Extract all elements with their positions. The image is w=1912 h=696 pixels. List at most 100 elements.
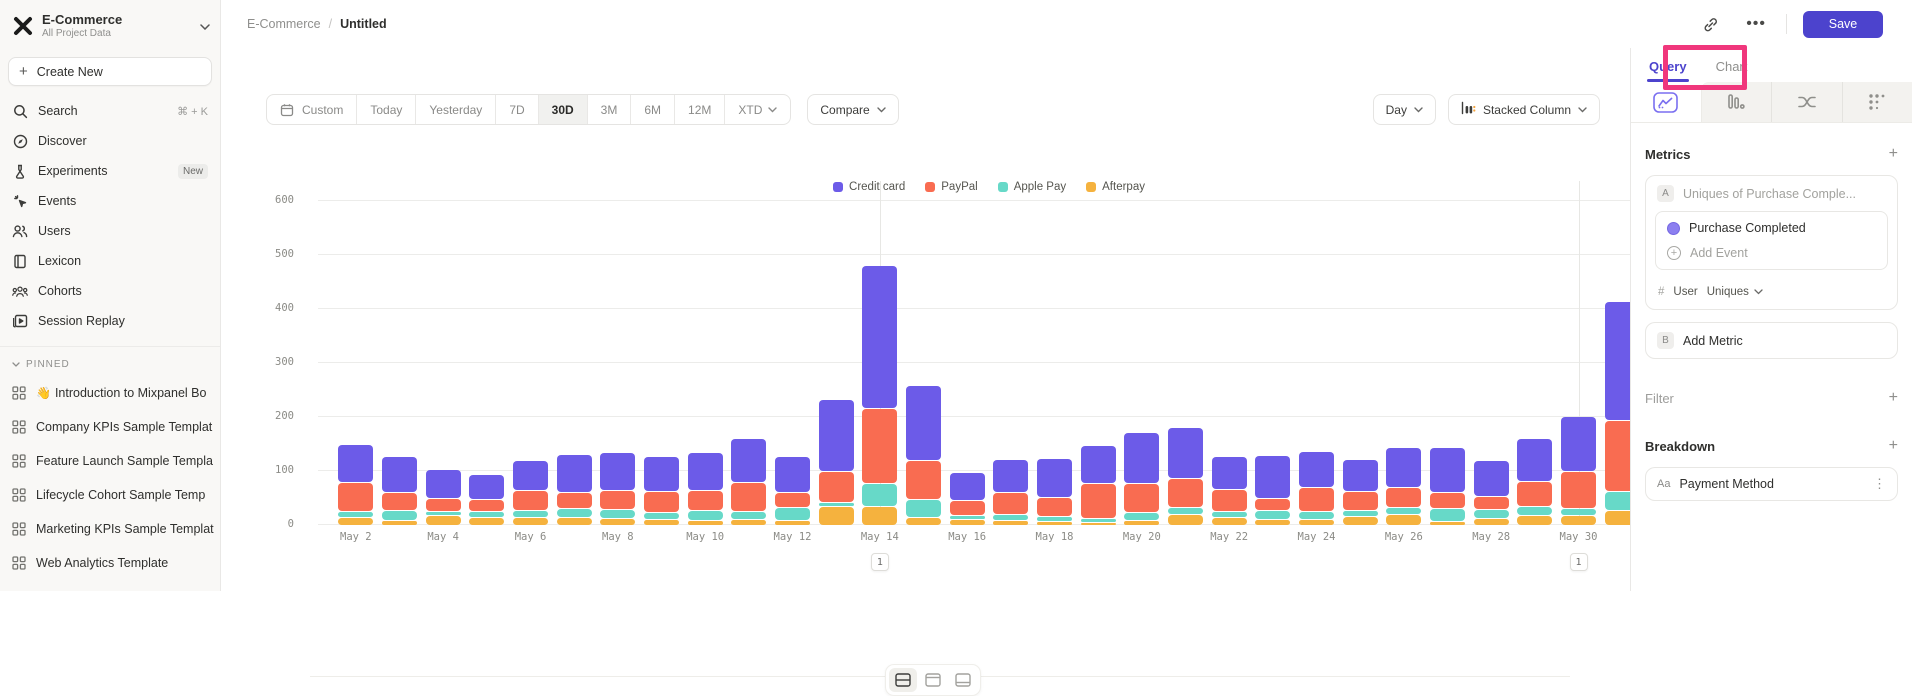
copy-link-icon[interactable]	[1696, 10, 1724, 38]
annotation-badge[interactable]: 1	[1570, 553, 1588, 571]
sidebar-item-search[interactable]: Search⌘ + K	[0, 96, 220, 126]
range-button-7d[interactable]: 7D	[496, 95, 538, 124]
bar-may-4[interactable]	[426, 470, 461, 525]
sidebar-item-events[interactable]: Events	[0, 186, 220, 216]
bar-segment-credit-card	[1037, 459, 1072, 497]
bar-may-26[interactable]	[1386, 448, 1421, 525]
layout-split-rows-button[interactable]	[889, 668, 917, 692]
granularity-dropdown[interactable]: Day	[1373, 94, 1436, 125]
bar-segment-afterpay	[993, 521, 1028, 525]
bar-may-15[interactable]	[906, 386, 941, 525]
bar-may-24[interactable]	[1299, 452, 1334, 525]
x-axis-tick: May 26	[1374, 531, 1434, 543]
board-emoji: 👋	[36, 386, 51, 400]
workspace-subtitle: All Project Data	[42, 28, 200, 39]
sidebar-item-cohorts[interactable]: Cohorts	[0, 276, 220, 306]
pinned-board-label: Introduction to Mixpanel Bo	[55, 386, 214, 400]
legend-item-paypal[interactable]: PayPal	[925, 181, 977, 193]
sidebar-item-discover[interactable]: Discover	[0, 126, 220, 156]
event-row[interactable]: Purchase Completed	[1656, 212, 1887, 244]
bar-segment-credit-card	[862, 266, 897, 408]
bar-may-30[interactable]	[1561, 417, 1596, 525]
bar-may-29[interactable]	[1517, 439, 1552, 525]
sidebar-item-experiments[interactable]: ExperimentsNew	[0, 156, 220, 186]
add-event-row[interactable]: + Add Event	[1656, 244, 1887, 269]
bar-may-13[interactable]	[819, 400, 854, 525]
tab-query[interactable]: Query	[1649, 59, 1687, 82]
tab-chart[interactable]: Chart	[1716, 59, 1748, 82]
kebab-menu-icon[interactable]: ⋮	[1873, 482, 1886, 486]
pinned-board-lifecycle-cohort-sample-temp[interactable]: Lifecycle Cohort Sample Temp	[0, 478, 220, 512]
legend-item-credit-card[interactable]: Credit card	[833, 181, 905, 193]
bar-may-12[interactable]	[775, 457, 810, 525]
bar-segment-apple-pay	[1299, 512, 1334, 519]
pinned-header[interactable]: PINNED	[0, 357, 220, 376]
funnels-report-icon[interactable]	[1701, 82, 1772, 122]
breakdown-row[interactable]: Aa Payment Method ⋮	[1646, 468, 1897, 500]
bar-may-9[interactable]	[644, 457, 679, 525]
layout-chart-only-button[interactable]	[919, 668, 947, 692]
bar-may-28[interactable]	[1474, 461, 1509, 525]
compare-button[interactable]: Compare	[807, 94, 898, 125]
sidebar-item-label: Lexicon	[38, 254, 208, 268]
bar-may-8[interactable]	[600, 453, 635, 525]
add-metric-plus-icon[interactable]: +	[1889, 145, 1898, 163]
bar-may-6[interactable]	[513, 461, 548, 525]
breadcrumb-project[interactable]: E-Commerce	[247, 17, 321, 31]
range-button-3m[interactable]: 3M	[588, 95, 632, 124]
legend-item-afterpay[interactable]: Afterpay	[1086, 181, 1145, 193]
chart-type-dropdown[interactable]: Stacked Column	[1448, 94, 1600, 125]
workspace-switcher[interactable]: E-Commerce All Project Data	[0, 0, 220, 49]
add-filter-plus-icon[interactable]: +	[1889, 389, 1898, 407]
bar-may-25[interactable]	[1343, 460, 1378, 525]
pinned-board-company-kpis-sample-templat[interactable]: Company KPIs Sample Templat	[0, 410, 220, 444]
bar-may-19[interactable]	[1081, 446, 1116, 525]
bar-may-17[interactable]	[993, 460, 1028, 525]
add-breakdown-plus-icon[interactable]: +	[1889, 437, 1898, 455]
bar-may-11[interactable]	[731, 439, 766, 525]
bar-segment-credit-card	[819, 400, 854, 471]
range-button-12m[interactable]: 12M	[675, 95, 725, 124]
sidebar-item-lexicon[interactable]: Lexicon	[0, 246, 220, 276]
add-metric-row[interactable]: B Add Metric	[1646, 323, 1897, 358]
bar-may-3[interactable]	[382, 457, 417, 525]
pinned-board-feature-launch-sample-templa[interactable]: Feature Launch Sample Templa	[0, 444, 220, 478]
pinned-board-label: Feature Launch Sample Templa	[36, 454, 214, 468]
range-button-today[interactable]: Today	[357, 95, 416, 124]
more-options-icon[interactable]: •••	[1746, 15, 1766, 33]
pinned-board-marketing-kpis-sample-templat[interactable]: Marketing KPIs Sample Templat	[0, 512, 220, 546]
bar-may-22[interactable]	[1212, 457, 1247, 525]
breadcrumb-report-title[interactable]: Untitled	[340, 17, 387, 31]
bar-may-20[interactable]	[1124, 433, 1159, 525]
bar-may-7[interactable]	[557, 455, 592, 525]
flows-report-icon[interactable]	[1771, 82, 1842, 122]
annotation-badge[interactable]: 1	[871, 553, 889, 571]
range-button-6m[interactable]: 6M	[631, 95, 675, 124]
range-button-yesterday[interactable]: Yesterday	[416, 95, 496, 124]
bar-may-14[interactable]	[862, 266, 897, 525]
bar-may-27[interactable]	[1430, 448, 1465, 525]
bar-may-16[interactable]	[950, 473, 985, 525]
range-button-xtd[interactable]: XTD	[725, 95, 790, 124]
bar-may-21[interactable]	[1168, 428, 1203, 525]
sidebar-item-users[interactable]: Users	[0, 216, 220, 246]
sidebar-item-session-replay[interactable]: Session Replay	[0, 306, 220, 336]
pinned-board-introduction-to-mixpanel-bo[interactable]: 👋 Introduction to Mixpanel Bo	[0, 376, 220, 410]
create-new-button[interactable]: + Create New	[8, 57, 212, 86]
board-grid-icon	[12, 454, 27, 469]
save-button[interactable]: Save	[1803, 11, 1883, 38]
range-button-custom[interactable]: Custom	[267, 95, 357, 124]
legend-item-apple-pay[interactable]: Apple Pay	[998, 181, 1066, 193]
bar-may-10[interactable]	[688, 453, 723, 525]
bar-may-5[interactable]	[469, 475, 504, 525]
retention-report-icon[interactable]	[1842, 82, 1912, 122]
measure-selector[interactable]: # User Uniques	[1646, 279, 1897, 309]
bar-may-2[interactable]	[338, 445, 373, 525]
range-button-30d[interactable]: 30D	[539, 95, 588, 124]
bar-may-18[interactable]	[1037, 459, 1072, 525]
metric-a-name-row[interactable]: A Uniques of Purchase Comple...	[1646, 176, 1897, 211]
insights-report-icon[interactable]	[1631, 82, 1701, 122]
bar-may-23[interactable]	[1255, 456, 1290, 525]
layout-table-only-button[interactable]	[949, 668, 977, 692]
pinned-board-web-analytics-template[interactable]: Web Analytics Template	[0, 546, 220, 580]
